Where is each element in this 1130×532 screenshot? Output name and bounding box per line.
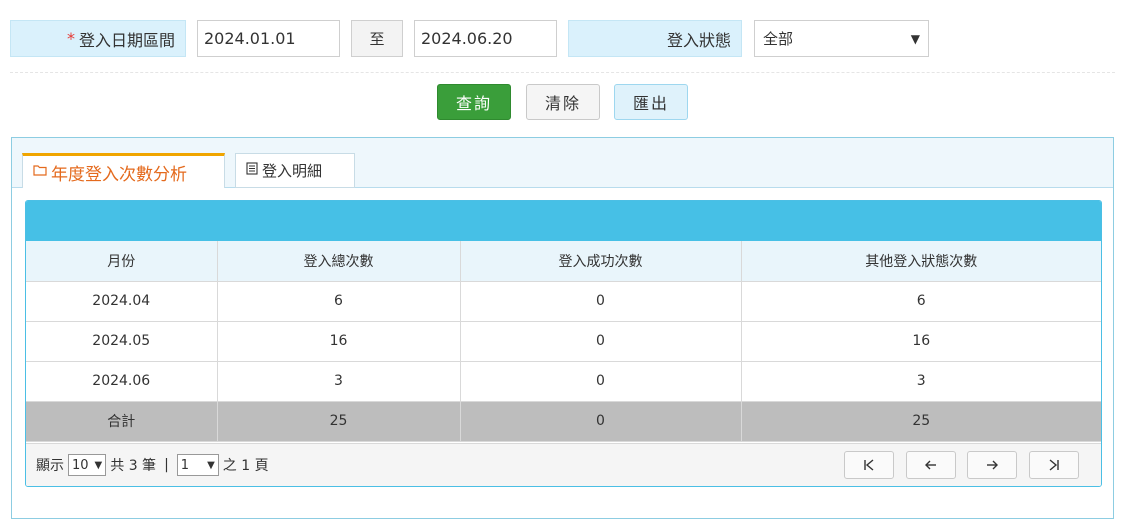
page-number-value: 1 — [180, 457, 190, 473]
chevron-down-icon: ▼ — [910, 31, 920, 46]
tab-content: 月份 登入總次數 登入成功次數 其他登入狀態次數 2024.04 6 0 6 2… — [12, 188, 1113, 518]
status-label: 登入狀態 — [568, 20, 742, 57]
divider — [10, 72, 1115, 73]
document-icon — [246, 162, 258, 179]
table-cell: 0 — [460, 281, 742, 322]
table-cell: 6 — [217, 281, 461, 322]
clear-button[interactable]: 清除 — [526, 84, 600, 120]
date-from-input[interactable] — [197, 20, 340, 57]
first-page-icon — [864, 459, 874, 471]
login-count-table: 月份 登入總次數 登入成功次數 其他登入狀態次數 2024.04 6 0 6 2… — [26, 241, 1101, 442]
column-header: 月份 — [26, 241, 218, 282]
chevron-down-icon: ▼ — [94, 459, 103, 471]
query-button[interactable]: 查詢 — [437, 84, 511, 120]
next-page-button[interactable] — [967, 451, 1017, 479]
tab-label: 年度登入次數分析 — [51, 164, 187, 185]
grid-caption-bar — [26, 201, 1101, 241]
table-row: 2024.05 16 0 16 — [26, 321, 1101, 362]
page-number-select[interactable]: 1 ▼ — [176, 454, 219, 476]
total-cell: 合計 — [26, 401, 218, 442]
table-cell: 3 — [741, 361, 1101, 402]
table-row: 2024.06 3 0 3 — [26, 361, 1101, 402]
table-cell: 2024.06 — [26, 361, 218, 402]
table-row: 2024.04 6 0 6 — [26, 281, 1101, 322]
pagination-bar: 顯示 10 ▼ 共 3 筆 | 1 ▼ 之 1 頁 — [26, 443, 1101, 486]
status-select-value: 全部 — [763, 30, 794, 48]
last-page-button[interactable] — [1029, 451, 1079, 479]
tab-label: 登入明細 — [262, 162, 323, 180]
range-separator: 至 — [351, 20, 403, 57]
table-cell: 6 — [741, 281, 1101, 322]
total-cell: 25 — [741, 401, 1101, 442]
column-header: 登入成功次數 — [460, 241, 742, 282]
total-cell: 25 — [217, 401, 461, 442]
total-cell: 0 — [460, 401, 742, 442]
column-header: 其他登入狀態次數 — [741, 241, 1101, 282]
results-panel: 年度登入次數分析 登入明細 月份 登入總次數 登入成功次數 其他登入狀態次數 2… — [11, 137, 1114, 519]
export-button[interactable]: 匯出 — [614, 84, 688, 120]
status-label-text: 登入狀態 — [666, 30, 731, 50]
first-page-button[interactable] — [844, 451, 894, 479]
page-size-value: 10 — [72, 457, 89, 473]
table-cell: 16 — [217, 321, 461, 362]
table-cell: 3 — [217, 361, 461, 402]
show-label: 顯示 — [36, 458, 64, 474]
pager-divider: | — [164, 457, 169, 473]
data-grid: 月份 登入總次數 登入成功次數 其他登入狀態次數 2024.04 6 0 6 2… — [25, 200, 1102, 487]
date-range-label-text: 登入日期區間 — [78, 30, 175, 50]
table-cell: 0 — [460, 321, 742, 362]
tab-annual-login-analysis[interactable]: 年度登入次數分析 — [22, 153, 225, 189]
page-size-select[interactable]: 10 ▼ — [68, 454, 107, 476]
table-cell: 2024.05 — [26, 321, 218, 362]
table-header-row: 月份 登入總次數 登入成功次數 其他登入狀態次數 — [26, 241, 1101, 282]
table-cell: 16 — [741, 321, 1101, 362]
table-cell: 0 — [460, 361, 742, 402]
date-to-input[interactable] — [414, 20, 557, 57]
table-cell: 2024.04 — [26, 281, 218, 322]
chevron-down-icon: ▼ — [207, 459, 215, 471]
arrow-right-icon — [987, 460, 998, 470]
arrow-left-icon — [925, 460, 936, 470]
previous-page-button[interactable] — [906, 451, 956, 479]
required-mark: * — [66, 29, 75, 48]
tab-login-details[interactable]: 登入明細 — [235, 153, 355, 188]
status-select[interactable]: 全部 ▼ — [754, 20, 929, 57]
date-range-label: * 登入日期區間 — [10, 20, 186, 57]
total-records-text: 共 3 筆 — [110, 458, 157, 474]
total-row: 合計 25 0 25 — [26, 401, 1101, 442]
folder-icon — [33, 164, 47, 180]
last-page-icon — [1049, 459, 1059, 471]
column-header: 登入總次數 — [217, 241, 461, 282]
total-pages-text: 之 1 頁 — [222, 458, 269, 474]
